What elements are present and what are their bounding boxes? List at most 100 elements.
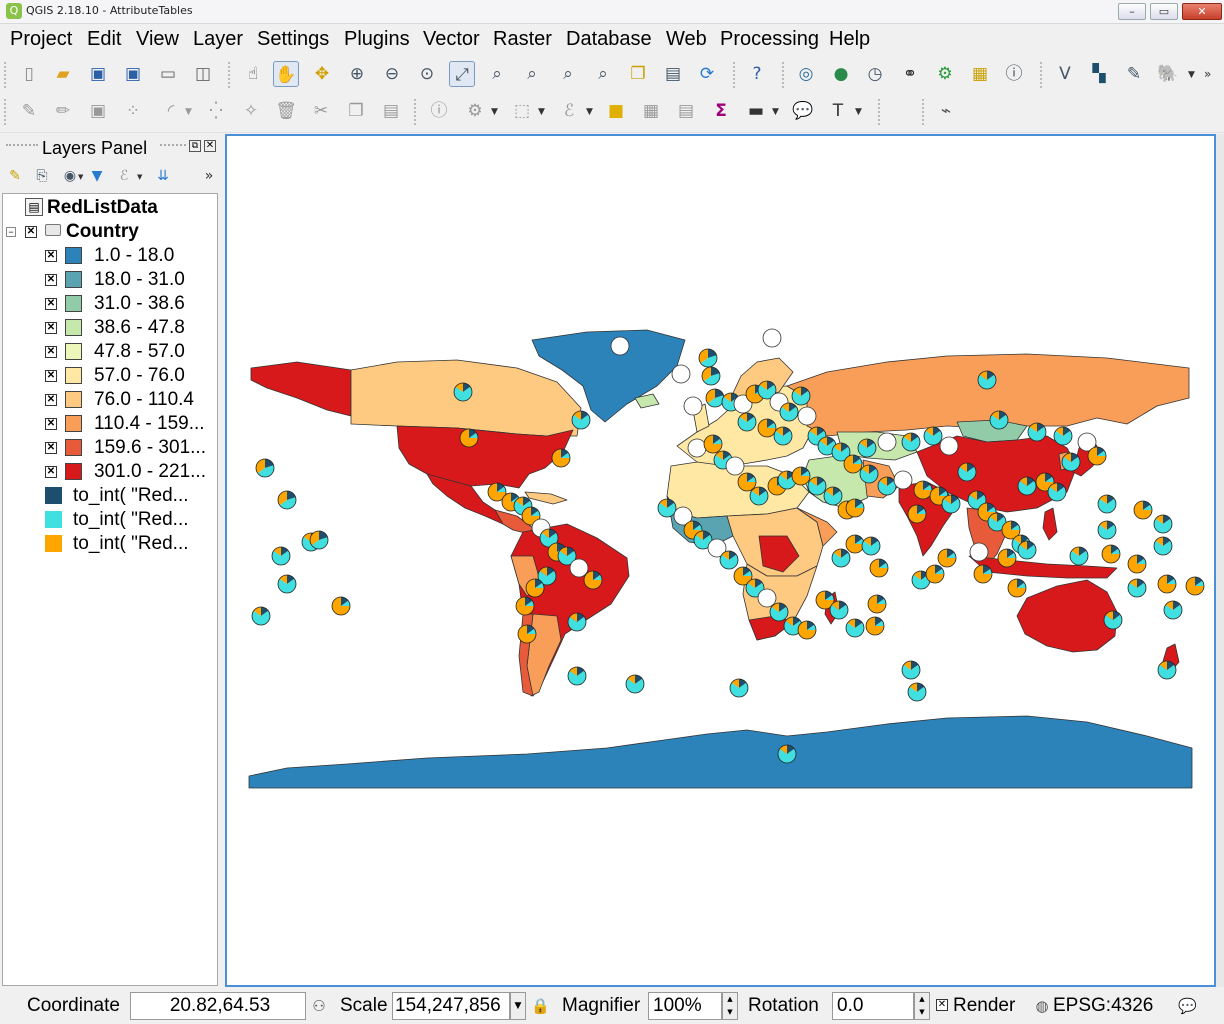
render-checkbox[interactable]: ✕ [936, 999, 948, 1011]
menu-settings[interactable]: Settings [257, 28, 329, 51]
legend-checkbox[interactable]: ✕ [45, 298, 57, 310]
lock-scale-icon[interactable]: 🔒 [531, 997, 550, 1015]
layer-checkbox[interactable]: ✕ [25, 226, 37, 238]
add-raster-layer-icon[interactable]: ▚ [1086, 61, 1112, 87]
chevron-down-icon[interactable]: ▼ [1188, 70, 1195, 80]
zoom-native-icon[interactable]: ⊙ [414, 61, 440, 87]
legend-checkbox[interactable]: ✕ [45, 250, 57, 262]
collapse-icon[interactable]: − [6, 227, 16, 237]
toolbar-grip[interactable] [922, 99, 926, 125]
vertical-scrollbar[interactable] [1216, 134, 1224, 987]
add-feature-icon[interactable]: ⁘ [120, 98, 146, 124]
measure-line-icon[interactable]: ▬ [743, 98, 769, 124]
open-project-icon[interactable]: ▰ [50, 61, 76, 87]
toolbar-overflow-icon[interactable]: » [1204, 67, 1211, 81]
time-manager-icon[interactable]: ◷ [862, 61, 888, 87]
menu-edit[interactable]: Edit [87, 28, 121, 51]
select-by-expression-icon[interactable]: ℰ [556, 98, 582, 124]
legend-item[interactable]: ✕ 57.0 - 76.0 [3, 364, 217, 388]
legend-item[interactable]: ✕ 76.0 - 110.4 [3, 388, 217, 412]
identify-features-icon[interactable]: ⓘ [426, 98, 452, 124]
panel-grip[interactable] [160, 144, 186, 148]
toolbar-grip[interactable] [878, 99, 882, 125]
python-console-icon[interactable]: ◎ [793, 61, 819, 87]
legend-item[interactable]: ✕ 110.4 - 159... [3, 412, 217, 436]
identify-plugin-icon[interactable]: ⓘ [1001, 61, 1027, 87]
menu-processing[interactable]: Processing [720, 28, 819, 51]
map-tips-icon[interactable]: 💬 [790, 98, 816, 124]
map-canvas[interactable] [225, 134, 1216, 987]
pan-to-selection-icon[interactable]: ✥ [309, 61, 335, 87]
visibility-eye-icon[interactable]: ◉ [60, 166, 80, 186]
save-as-icon[interactable]: ▣ [120, 61, 146, 87]
save-project-icon[interactable]: ▣ [85, 61, 111, 87]
delete-selected-icon[interactable]: 🗑 [273, 98, 299, 124]
copy-features-icon[interactable]: ❐ [343, 98, 369, 124]
expand-all-icon[interactable]: ⇊ [153, 166, 173, 186]
legend-checkbox[interactable]: ✕ [45, 394, 57, 406]
rotation-spin-arrows[interactable]: ▲ ▼ [914, 992, 930, 1020]
toolbar-grip[interactable] [228, 62, 232, 88]
chevron-down-icon[interactable]: ▼ [772, 107, 779, 117]
legend-checkbox[interactable]: ✕ [45, 370, 57, 382]
legend-checkbox[interactable]: ✕ [45, 322, 57, 334]
menu-help[interactable]: Help [829, 28, 870, 51]
run-action-icon[interactable]: ⚙ [462, 98, 488, 124]
save-edits-icon[interactable]: ▣ [85, 98, 111, 124]
toggle-editing-icon[interactable]: ✏ [50, 98, 76, 124]
move-feature-icon[interactable]: ⁛ [203, 98, 229, 124]
binoculars-icon[interactable]: ⚭ [897, 61, 923, 87]
add-group-icon[interactable]: ⎘ [32, 166, 52, 186]
zoom-in-icon[interactable]: ⊕ [344, 61, 370, 87]
float-panel-icon[interactable]: ⧉ [189, 140, 201, 152]
close-button[interactable]: ✕ [1182, 3, 1222, 20]
layer-row-country[interactable]: − ✕ Country [3, 220, 217, 244]
close-panel-icon[interactable]: ✕ [204, 140, 216, 152]
menu-layer[interactable]: Layer [193, 28, 243, 51]
legend-checkbox[interactable]: ✕ [45, 466, 57, 478]
chevron-down-icon[interactable]: ▼ [137, 173, 142, 181]
style-manager-icon[interactable]: ✎ [5, 166, 25, 186]
menu-view[interactable]: View [136, 28, 179, 51]
add-delimited-text-icon[interactable]: ✎ [1121, 61, 1147, 87]
magnifier-spinbox[interactable]: 100% [648, 992, 722, 1020]
chevron-down-icon[interactable]: ▼ [855, 107, 862, 117]
paste-features-icon[interactable]: ▤ [378, 98, 404, 124]
open-attribute-table-icon[interactable]: ▦ [638, 98, 664, 124]
menu-web[interactable]: Web [666, 28, 707, 51]
field-calculator-sigma-icon[interactable]: Σ [708, 98, 734, 124]
legend-checkbox[interactable]: ✕ [45, 442, 57, 454]
panel-grip[interactable] [6, 144, 38, 148]
toolbar-grip[interactable] [4, 99, 8, 125]
zoom-full-icon[interactable]: ⤢ [449, 61, 475, 87]
toolbar-grip[interactable] [1040, 62, 1044, 88]
new-print-composer-icon[interactable]: ▭ [155, 61, 181, 87]
select-features-icon[interactable]: ⬚ [509, 98, 535, 124]
current-edits-icon[interactable]: ✎ [16, 98, 42, 124]
field-calculator-icon[interactable]: ▦ [967, 61, 993, 87]
chevron-down-icon[interactable]: ▼ [510, 992, 526, 1020]
add-vector-layer-icon[interactable]: V [1052, 61, 1078, 87]
zoom-to-selection-icon[interactable]: ⌕ [484, 61, 510, 87]
legend-item[interactable]: ✕ 159.6 - 301... [3, 436, 217, 460]
scale-combo[interactable]: 154,247,856 [392, 992, 510, 1020]
chevron-down-icon[interactable]: ▼ [586, 107, 593, 117]
composer-manager-icon[interactable]: ◫ [190, 61, 216, 87]
new-project-icon[interactable]: ▯ [16, 61, 42, 87]
legend-checkbox[interactable]: ✕ [45, 346, 57, 358]
legend-checkbox[interactable]: ✕ [45, 418, 57, 430]
filter-legend-icon[interactable]: ▼ [87, 166, 107, 186]
menu-database[interactable]: Database [566, 28, 652, 51]
legend-item[interactable]: ✕ 301.0 - 221... [3, 460, 217, 484]
chevron-down-icon[interactable]: ▼ [491, 107, 498, 117]
add-circular-string-icon[interactable]: ◜ [158, 98, 184, 124]
zoom-next-icon[interactable]: ⌕ [590, 61, 616, 87]
new-bookmark-icon[interactable]: ❐ [625, 61, 651, 87]
menu-vector[interactable]: Vector [423, 28, 480, 51]
zoom-to-layer-icon[interactable]: ⌕ [519, 61, 545, 87]
zoom-last-icon[interactable]: ⌕ [555, 61, 581, 87]
menu-raster[interactable]: Raster [493, 28, 552, 51]
processing-toolbox-icon[interactable]: ⚙ [932, 61, 958, 87]
legend-item[interactable]: ✕ 18.0 - 31.0 [3, 268, 217, 292]
node-tool-icon[interactable]: ✧ [238, 98, 264, 124]
